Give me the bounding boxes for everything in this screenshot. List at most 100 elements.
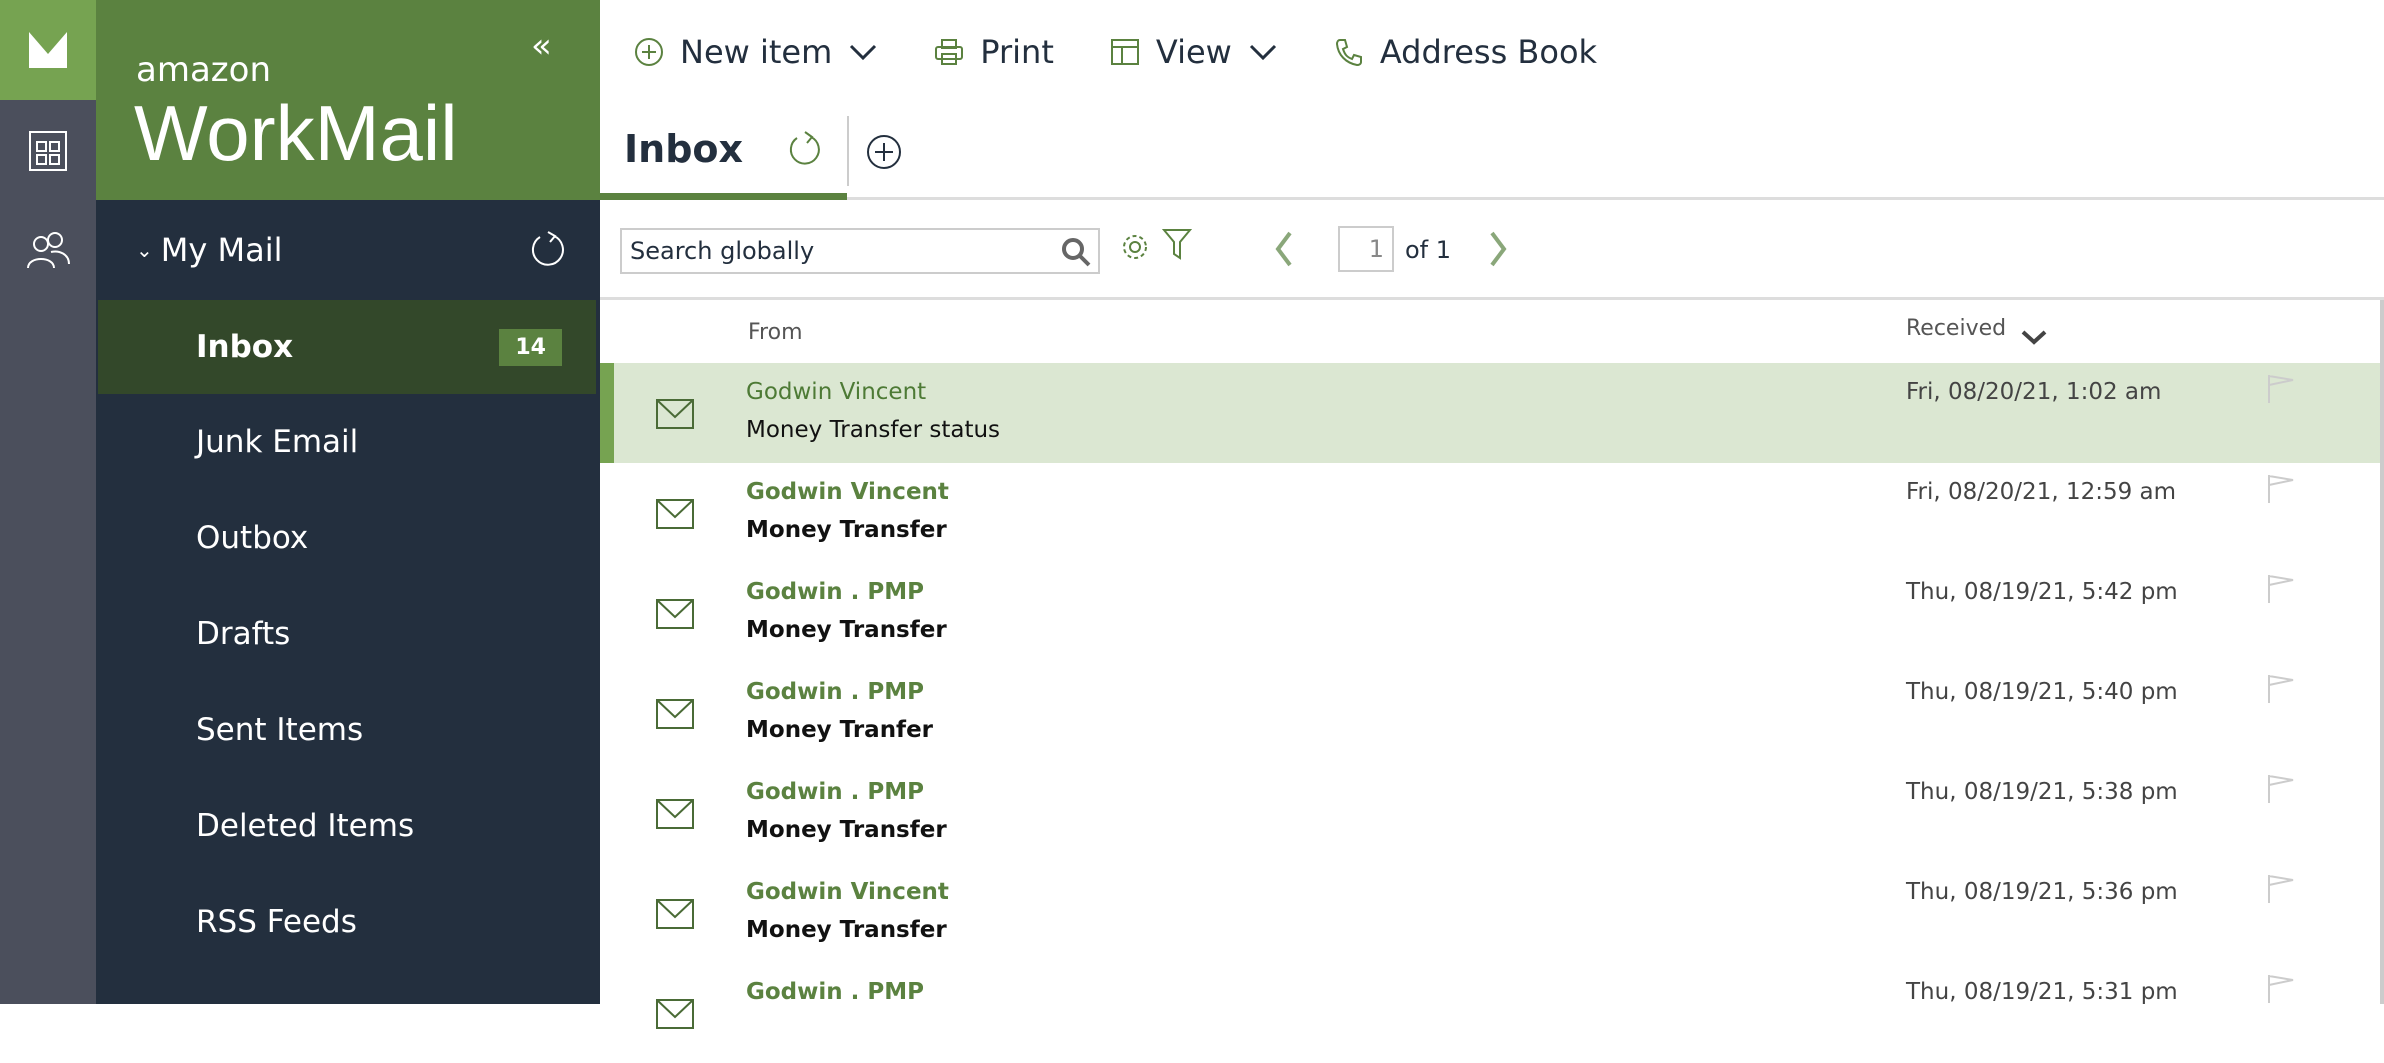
column-from[interactable]: From xyxy=(748,320,803,345)
sidebar: amazon WorkMail « ⌄ My Mail Inbox 14 Junk… xyxy=(96,0,600,1004)
sidebar-item-rss[interactable]: RSS Feeds xyxy=(96,874,600,970)
message-row[interactable]: Godwin Vincent Money Transfer status Fri… xyxy=(600,363,2380,463)
message-list: From Received Godwin Vincent Money Trans… xyxy=(600,300,2384,1029)
label: Print xyxy=(980,33,1054,71)
unread-badge: 14 xyxy=(499,328,562,366)
view-button[interactable]: View xyxy=(1110,33,1278,71)
sender: Godwin Vincent xyxy=(746,479,949,505)
sidebar-item-drafts[interactable]: Drafts xyxy=(96,586,600,682)
message-row[interactable]: Godwin . PMP Money Transfer Thu, 08/19/2… xyxy=(600,763,2380,863)
calendar-icon xyxy=(29,131,67,171)
sender: Godwin . PMP xyxy=(746,779,925,805)
refresh-icon[interactable] xyxy=(787,129,823,169)
flag-icon[interactable] xyxy=(2266,773,2296,805)
subject: Money Transfer xyxy=(746,617,947,643)
flag-icon[interactable] xyxy=(2266,573,2296,605)
subject: Money Transfer status xyxy=(746,417,1001,443)
envelope-icon xyxy=(656,899,694,929)
sidebar-item-inbox[interactable]: Inbox 14 xyxy=(98,300,596,394)
layout-icon xyxy=(1110,39,1139,65)
label: New item xyxy=(680,33,833,71)
people-icon xyxy=(27,232,70,269)
mail-icon xyxy=(29,32,67,68)
flag-icon[interactable] xyxy=(2266,373,2296,405)
sidebar-item-outbox[interactable]: Outbox xyxy=(96,490,600,586)
flag-icon[interactable] xyxy=(2266,673,2296,705)
message-row[interactable]: Godwin Vincent Money Transfer Thu, 08/19… xyxy=(600,863,2380,963)
flag-icon[interactable] xyxy=(2266,873,2296,905)
label: Inbox xyxy=(196,329,294,365)
sender: Godwin Vincent xyxy=(746,879,949,905)
list-header: From Received xyxy=(600,300,2380,363)
received-date: Thu, 08/19/21, 5:40 pm xyxy=(1906,679,2178,705)
flag-icon[interactable] xyxy=(2266,973,2296,1005)
column-received[interactable]: Received xyxy=(1906,316,2006,341)
envelope-icon xyxy=(656,499,694,529)
sender: Godwin Vincent xyxy=(746,379,927,405)
sender: Godwin . PMP xyxy=(746,679,925,705)
sidebar-item-sent[interactable]: Sent Items xyxy=(96,682,600,778)
filter-icon[interactable] xyxy=(1162,228,1192,260)
main-pane: New item Print View Address Book Inbox S… xyxy=(600,0,2384,1029)
label: Address Book xyxy=(1379,33,1598,71)
tab-label: Inbox xyxy=(624,126,744,171)
label: Drafts xyxy=(196,616,291,652)
message-row[interactable]: Godwin . PMP Thu, 08/19/21, 5:31 pm xyxy=(600,963,2380,1063)
received-date: Fri, 08/20/21, 12:59 am xyxy=(1906,479,2177,505)
label: Deleted Items xyxy=(196,808,415,844)
sidebar-item-deleted[interactable]: Deleted Items xyxy=(96,778,600,874)
workmail-logo: amazon WorkMail « xyxy=(96,0,600,200)
received-date: Thu, 08/19/21, 5:31 pm xyxy=(1906,979,2178,1005)
contacts-app-button[interactable] xyxy=(0,200,96,300)
search-input[interactable]: Search globally xyxy=(620,228,1100,274)
envelope-icon xyxy=(656,799,694,829)
new-item-button[interactable]: New item xyxy=(634,33,878,71)
label: Sent Items xyxy=(196,712,364,748)
chevron-down-icon xyxy=(850,44,877,61)
received-date: Thu, 08/19/21, 5:42 pm xyxy=(1906,579,2178,605)
message-row[interactable]: Godwin . PMP Money Tranfer Thu, 08/19/21… xyxy=(600,663,2380,763)
sender: Godwin . PMP xyxy=(746,579,925,605)
search-icon[interactable] xyxy=(1060,236,1092,268)
message-row[interactable]: Godwin . PMP Money Transfer Thu, 08/19/2… xyxy=(600,563,2380,663)
label: View xyxy=(1155,33,1232,71)
received-date: Fri, 08/20/21, 1:02 am xyxy=(1906,379,2162,405)
phone-icon xyxy=(1335,39,1362,67)
add-tab-icon[interactable] xyxy=(866,134,902,170)
subject: Money Transfer xyxy=(746,917,947,943)
next-page-icon[interactable] xyxy=(1486,230,1510,268)
sender: Godwin . PMP xyxy=(746,979,925,1005)
label: RSS Feeds xyxy=(196,904,357,940)
print-button[interactable]: Print xyxy=(934,33,1054,71)
tab-bar: Inbox xyxy=(600,104,2384,200)
my-mail-section[interactable]: ⌄ My Mail xyxy=(96,200,600,300)
mail-app-button[interactable] xyxy=(0,0,96,100)
envelope-icon xyxy=(656,399,694,429)
envelope-icon xyxy=(656,699,694,729)
refresh-icon[interactable] xyxy=(528,230,568,270)
label: Junk Email xyxy=(196,424,359,460)
sort-chevron-icon[interactable] xyxy=(2020,328,2048,346)
page-number-input[interactable]: 1 xyxy=(1338,226,1394,272)
message-row[interactable]: Godwin Vincent Money Transfer Fri, 08/20… xyxy=(600,463,2380,563)
collapse-sidebar-icon[interactable]: « xyxy=(531,26,552,66)
page-count: of 1 xyxy=(1405,236,1452,264)
app-rail xyxy=(0,0,96,1004)
search-placeholder: Search globally xyxy=(630,237,815,265)
sidebar-item-junk[interactable]: Junk Email xyxy=(96,394,600,490)
divider xyxy=(847,116,849,186)
chevron-down-icon: ⌄ xyxy=(136,238,153,262)
calendar-app-button[interactable] xyxy=(0,100,96,200)
received-date: Thu, 08/19/21, 5:38 pm xyxy=(1906,779,2178,805)
subject: Money Tranfer xyxy=(746,717,934,743)
flag-icon[interactable] xyxy=(2266,473,2296,505)
subject: Money Transfer xyxy=(746,817,947,843)
address-book-button[interactable]: Address Book xyxy=(1334,33,1597,71)
toolbar: New item Print View Address Book xyxy=(600,0,2384,104)
envelope-icon xyxy=(656,599,694,629)
gear-icon[interactable] xyxy=(1120,232,1150,262)
received-date: Thu, 08/19/21, 5:36 pm xyxy=(1906,879,2178,905)
prev-page-icon[interactable] xyxy=(1272,230,1296,268)
subject: Money Transfer xyxy=(746,517,947,543)
tab-inbox[interactable]: Inbox xyxy=(600,104,847,200)
